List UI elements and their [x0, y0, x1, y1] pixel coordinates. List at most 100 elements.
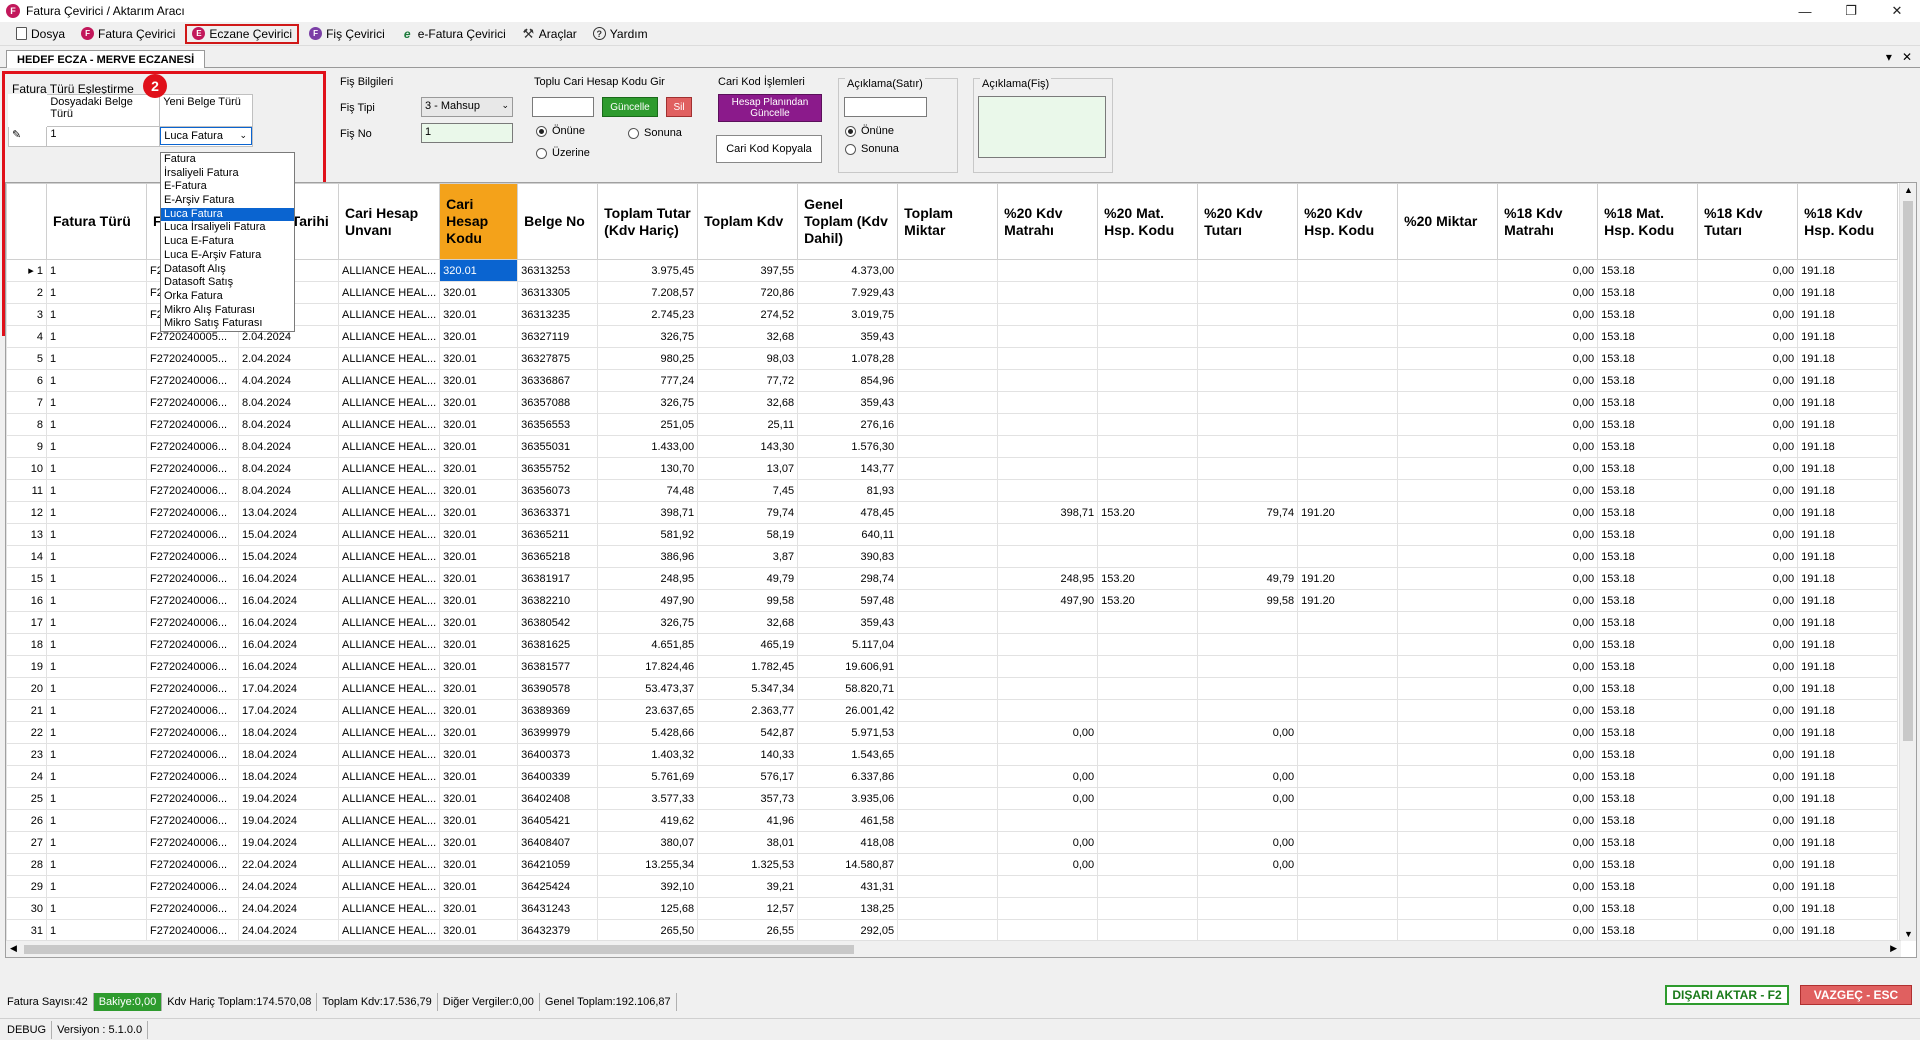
- disari-aktar-button[interactable]: DIŞARI AKTAR - F2: [1665, 985, 1789, 1005]
- grid-cell[interactable]: 36327875: [517, 347, 599, 370]
- grid-cell[interactable]: 191.18: [1797, 743, 1899, 766]
- grid-cell[interactable]: 248,95: [997, 567, 1099, 590]
- grid-cell[interactable]: 153.18: [1597, 281, 1699, 304]
- grid-cell[interactable]: 36390578: [517, 677, 599, 700]
- grid-cell[interactable]: 153.18: [1597, 479, 1699, 502]
- table-row[interactable]: 6 1 F2720240006... 4.04.2024 ALLIANCE HEAL..…: [6, 369, 1899, 392]
- grid-cell[interactable]: 0,00: [1697, 391, 1799, 414]
- grid-cell[interactable]: 125,68: [597, 897, 699, 920]
- grid-cell[interactable]: 1: [46, 391, 147, 414]
- grid-cell[interactable]: 32,68: [697, 391, 799, 414]
- grid-cell[interactable]: ALLIANCE HEAL...: [337, 259, 441, 282]
- grid-cell[interactable]: [897, 325, 999, 348]
- dropdown-option[interactable]: Fatura: [161, 153, 294, 167]
- grid-cell[interactable]: [1397, 567, 1499, 590]
- grid-cell[interactable]: 320.01: [439, 831, 519, 854]
- grid-cell[interactable]: 320.01: [439, 699, 519, 722]
- grid-cell[interactable]: 153.18: [1597, 743, 1699, 766]
- grid-cell[interactable]: [1197, 677, 1299, 700]
- grid-cell[interactable]: [1297, 347, 1399, 370]
- grid-cell[interactable]: 320.01: [439, 501, 519, 524]
- column-header[interactable]: Toplam Tutar (Kdv Hariç): [597, 183, 699, 260]
- grid-cell[interactable]: [1297, 831, 1399, 854]
- grid-cell[interactable]: 36357088: [517, 391, 599, 414]
- dropdown-option[interactable]: İrsaliyeli Fatura: [161, 167, 294, 181]
- grid-cell[interactable]: [1197, 325, 1299, 348]
- grid-cell[interactable]: ALLIANCE HEAL...: [337, 611, 441, 634]
- menu-efatura-cevirici[interactable]: e e-Fatura Çevirici: [395, 24, 512, 44]
- grid-cell[interactable]: 0,00: [1497, 545, 1599, 568]
- grid-cell[interactable]: [997, 919, 1099, 942]
- grid-cell[interactable]: [1197, 523, 1299, 546]
- grid-cell[interactable]: F2720240006...: [146, 699, 239, 722]
- grid-cell[interactable]: ALLIANCE HEAL...: [337, 303, 441, 326]
- grid-cell[interactable]: [1297, 281, 1399, 304]
- column-header[interactable]: Cari Hesap Unvanı: [337, 183, 441, 260]
- grid-cell[interactable]: [1197, 699, 1299, 722]
- grid-cell[interactable]: 58.820,71: [797, 677, 899, 700]
- grid-cell[interactable]: 36400373: [517, 743, 599, 766]
- grid-cell[interactable]: 74,48: [597, 479, 699, 502]
- grid-cell[interactable]: [1297, 303, 1399, 326]
- toplu-radio-uzerine[interactable]: Üzerine: [536, 147, 590, 159]
- grid-cell[interactable]: 153.18: [1597, 589, 1699, 612]
- grid-cell[interactable]: 1: [46, 281, 147, 304]
- grid-cell[interactable]: ALLIANCE HEAL...: [337, 853, 441, 876]
- grid-cell[interactable]: [1197, 413, 1299, 436]
- grid-cell[interactable]: 274,52: [697, 303, 799, 326]
- grid-cell[interactable]: 0,00: [1497, 787, 1599, 810]
- dropdown-option[interactable]: Mikro Satış Faturası: [161, 317, 294, 331]
- grid-cell[interactable]: 153.18: [1597, 853, 1699, 876]
- grid-cell[interactable]: F2720240006...: [146, 897, 239, 920]
- grid-cell[interactable]: 6.337,86: [797, 765, 899, 788]
- grid-cell[interactable]: 0,00: [1697, 875, 1799, 898]
- grid-cell[interactable]: F2720240006...: [146, 567, 239, 590]
- grid-cell[interactable]: [897, 633, 999, 656]
- grid-cell[interactable]: [897, 369, 999, 392]
- grid-cell[interactable]: [1097, 325, 1199, 348]
- column-header[interactable]: %18 Kdv Tutarı: [1697, 183, 1799, 260]
- grid-cell[interactable]: 36327119: [517, 325, 599, 348]
- grid-cell[interactable]: 36381625: [517, 633, 599, 656]
- grid-cell[interactable]: [1297, 523, 1399, 546]
- grid-cell[interactable]: 0,00: [1697, 457, 1799, 480]
- table-row[interactable]: 15 1 F2720240006... 16.04.2024 ALLIANCE HEAL…: [6, 567, 1899, 590]
- grid-cell[interactable]: [1397, 413, 1499, 436]
- grid-cell[interactable]: [1097, 611, 1199, 634]
- grid-cell[interactable]: 36313253: [517, 259, 599, 282]
- grid-cell[interactable]: [1297, 457, 1399, 480]
- grid-cell[interactable]: 36380542: [517, 611, 599, 634]
- grid-cell[interactable]: [1197, 919, 1299, 942]
- grid-cell[interactable]: 320.01: [439, 897, 519, 920]
- grid-cell[interactable]: 359,43: [797, 611, 899, 634]
- grid-cell[interactable]: 77,72: [697, 369, 799, 392]
- grid-cell[interactable]: 0,00: [1497, 611, 1599, 634]
- table-row[interactable]: 5 1 F2720240005... 2.04.2024 ALLIANCE HEAL..…: [6, 347, 1899, 370]
- grid-cell[interactable]: 36363371: [517, 501, 599, 524]
- grid-cell[interactable]: [897, 347, 999, 370]
- grid-cell[interactable]: [897, 281, 999, 304]
- grid-cell[interactable]: ALLIANCE HEAL...: [337, 655, 441, 678]
- grid-cell[interactable]: [1097, 479, 1199, 502]
- grid-cell[interactable]: 25,11: [697, 413, 799, 436]
- aciklama-fis-textarea[interactable]: [978, 96, 1106, 158]
- grid-cell[interactable]: [1397, 457, 1499, 480]
- grid-cell[interactable]: [997, 281, 1099, 304]
- grid-cell[interactable]: 320.01: [439, 545, 519, 568]
- grid-cell[interactable]: [997, 435, 1099, 458]
- grid-cell[interactable]: 1: [46, 765, 147, 788]
- grid-cell[interactable]: [1097, 809, 1199, 832]
- grid-cell[interactable]: 0,00: [1697, 347, 1799, 370]
- grid-cell[interactable]: F2720240006...: [146, 501, 239, 524]
- grid-cell[interactable]: 0,00: [1497, 325, 1599, 348]
- grid-cell[interactable]: 1: [46, 501, 147, 524]
- grid-cell[interactable]: 1: [46, 457, 147, 480]
- grid-cell[interactable]: [897, 853, 999, 876]
- grid-cell[interactable]: 1: [46, 721, 147, 744]
- grid-cell[interactable]: 320.01: [439, 765, 519, 788]
- grid-cell[interactable]: 191.18: [1797, 479, 1899, 502]
- grid-cell[interactable]: 41,96: [697, 809, 799, 832]
- grid-cell[interactable]: 392,10: [597, 875, 699, 898]
- grid-cell[interactable]: 1: [46, 897, 147, 920]
- grid-cell[interactable]: F2720240006...: [146, 369, 239, 392]
